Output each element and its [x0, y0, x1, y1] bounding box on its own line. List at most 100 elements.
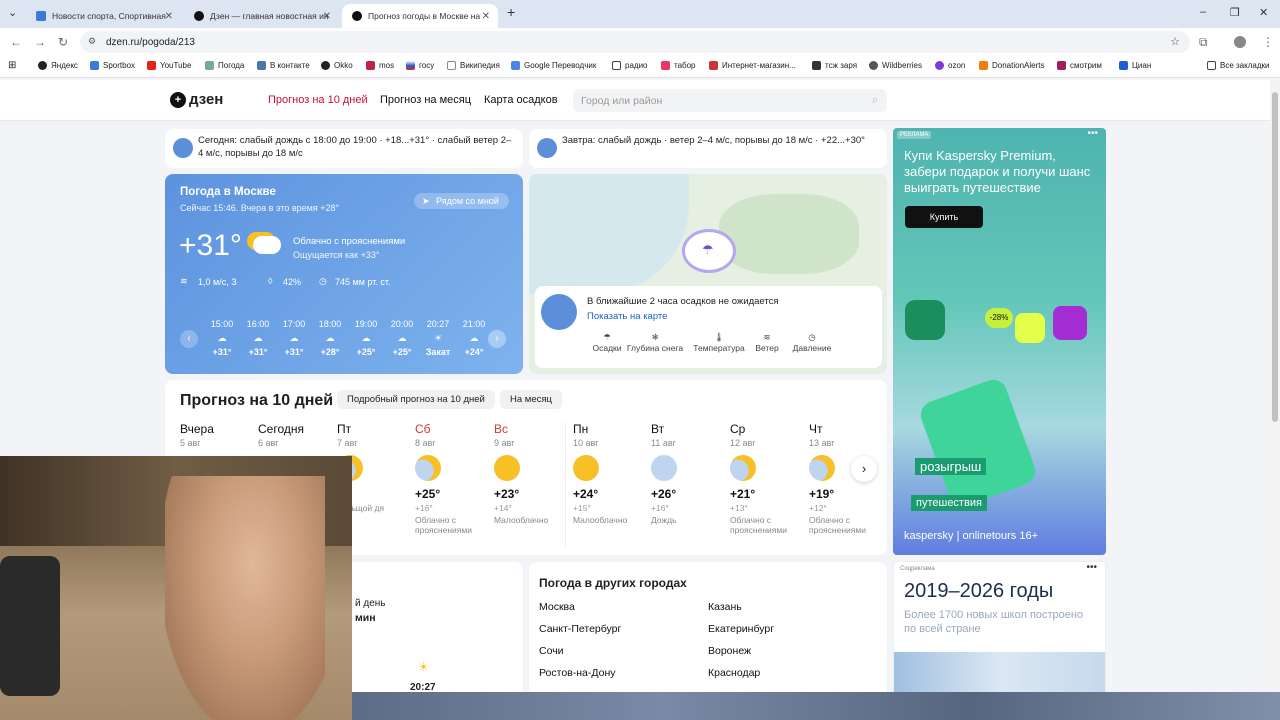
city-link[interactable]: Екатеринбург: [708, 623, 774, 635]
bookmark-item[interactable]: радио: [612, 61, 647, 70]
city-link[interactable]: Сочи: [539, 645, 564, 657]
layer-wind[interactable]: ≋ Ветер: [750, 332, 784, 353]
partly-cloudy-icon: [809, 455, 835, 481]
bookmark-item[interactable]: DonationAlerts: [979, 61, 1044, 70]
app-icon: [1015, 313, 1045, 343]
close-icon[interactable]: ✕: [482, 11, 490, 22]
bookmark-item[interactable]: В контакте: [257, 61, 310, 70]
hours-prev-button[interactable]: ‹: [180, 330, 198, 348]
rain-icon: [651, 455, 677, 481]
wind-value: 1,0 м/с, З: [198, 277, 237, 287]
tomorrow-summary[interactable]: Завтра: слабый дождь · ветер 2–4 м/с, по…: [529, 129, 887, 168]
hour-item: 20:00 ☁ +25°: [390, 319, 414, 357]
precip-map-card[interactable]: ☂ В ближайшие 2 часа осадков не ожидаетс…: [529, 174, 887, 374]
ad-menu-icon[interactable]: •••: [1087, 128, 1098, 139]
close-icon[interactable]: ✕: [323, 11, 331, 22]
city-link[interactable]: Краснодар: [708, 667, 760, 679]
day-item[interactable]: Вчера 5 авг: [180, 422, 256, 448]
all-bookmarks[interactable]: Все закладки: [1207, 61, 1269, 70]
hours-next-button[interactable]: ›: [488, 330, 506, 348]
address-bar[interactable]: ⚙ dzen.ru/pogoda/213 ☆: [80, 31, 1190, 53]
site-info-icon[interactable]: ⚙: [88, 36, 96, 47]
bookmark-item[interactable]: смотрим: [1057, 61, 1102, 70]
show-on-map-link[interactable]: Показать на карте: [587, 311, 667, 322]
bookmark-item[interactable]: Википедия: [447, 61, 500, 70]
bookmark-item[interactable]: тсж заря: [812, 61, 857, 70]
tab-search-icon[interactable]: ⌄: [8, 6, 17, 19]
nav-10-days[interactable]: Прогноз на 10 дней: [268, 94, 368, 106]
apps-icon[interactable]: ⊞: [8, 60, 16, 71]
bookmark-item[interactable]: Wildberries: [869, 61, 922, 70]
month-button[interactable]: На месяц: [500, 390, 562, 409]
close-window-icon[interactable]: ✕: [1259, 6, 1268, 19]
forecast-title: Прогноз на 10 дней: [180, 392, 334, 409]
hour-item: 20:27 ☀ Закат: [425, 319, 451, 357]
city-search-input[interactable]: Город или район ⌕: [573, 89, 887, 112]
detail-forecast-button[interactable]: Подробный прогноз на 10 дней: [337, 390, 495, 409]
bookmark-item[interactable]: табор: [661, 61, 696, 70]
day-item[interactable]: Чт 13 авг +19° +12° Облачно с прояснениями: [809, 422, 885, 535]
nearby-button[interactable]: ➤ Рядом со мной: [414, 193, 509, 209]
scrollbar[interactable]: [1270, 80, 1280, 692]
bookmark-item[interactable]: Интернет-магазин...: [709, 61, 796, 70]
bookmark-item[interactable]: госу: [406, 61, 434, 70]
bookmark-item[interactable]: Погода: [205, 61, 244, 70]
today-summary[interactable]: Сегодня: слабый дождь с 18:00 до 19:00 ·…: [165, 129, 523, 168]
ad-buy-button[interactable]: Купить: [905, 206, 983, 228]
restore-icon[interactable]: ❐: [1230, 6, 1240, 19]
social-ad[interactable]: Соцреклама ••• 2019–2026 годы Более 1700…: [893, 561, 1106, 701]
dzen-logo[interactable]: + дзен: [170, 91, 223, 108]
city-link[interactable]: Санкт-Петербург: [539, 623, 621, 635]
ad-menu-icon[interactable]: •••: [1086, 562, 1097, 573]
kaspersky-ad[interactable]: РЕКЛАМА ••• Купи Kaspersky Premium, забе…: [893, 128, 1106, 555]
day-item[interactable]: Сегодня 6 авг: [258, 422, 334, 448]
tab-weather[interactable]: Прогноз погоды в Москве на ✕: [342, 4, 498, 28]
bookmark-item[interactable]: Sportbox: [90, 61, 135, 70]
map-water: [529, 174, 689, 294]
day-item[interactable]: Сб 8 авг +25° +16° Облачно с прояснениями: [415, 422, 491, 535]
city-link[interactable]: Ростов-на-Дону: [539, 667, 616, 679]
layer-snow[interactable]: ❄ Глубина снега: [626, 332, 684, 353]
back-icon[interactable]: ←: [10, 35, 22, 49]
bookmark-item[interactable]: mos: [366, 61, 394, 70]
tab-dzen[interactable]: Дзен — главная новостная ин ✕: [184, 4, 339, 28]
pressure-value: 745 мм рт. ст.: [335, 277, 391, 287]
day-item[interactable]: Вт 11 авг +26° +16° Дождь: [651, 422, 727, 525]
menu-icon[interactable]: ⋮: [1262, 35, 1274, 49]
day-item[interactable]: Пн 10 авг +24° +15° Малооблачно: [573, 422, 649, 525]
extensions-icon[interactable]: ⧉: [1199, 35, 1208, 50]
bookmark-item[interactable]: YouTube: [147, 61, 191, 70]
profile-avatar[interactable]: [1234, 36, 1246, 48]
new-tab-button[interactable]: +: [507, 4, 515, 20]
bookmark-item[interactable]: ozon: [935, 61, 965, 70]
layer-temp[interactable]: 🌡 Температура: [690, 332, 748, 353]
ad-raffle-1: розыгрыш: [915, 458, 987, 475]
nav-precip-map[interactable]: Карта осадков: [484, 94, 558, 106]
bookmark-item[interactable]: Okko: [321, 61, 353, 70]
layer-pressure[interactable]: ◷ Давление: [787, 332, 837, 353]
day-item[interactable]: Вс 9 авг +23° +14° Малооблачно: [494, 422, 570, 525]
day-item[interactable]: Ср 12 авг +21° +13° Облачно с прояснениями: [730, 422, 806, 535]
minimize-icon[interactable]: –: [1200, 6, 1206, 18]
week-divider: [565, 422, 566, 547]
layer-precip[interactable]: ☂ Осадки: [587, 332, 627, 353]
forward-icon[interactable]: →: [34, 35, 46, 49]
city-link[interactable]: Воронеж: [708, 645, 751, 657]
bookmark-star-icon[interactable]: ☆: [1170, 35, 1180, 48]
city-link[interactable]: Казань: [708, 601, 742, 613]
ad-headline: Купи Kaspersky Premium, забери подарок и…: [904, 148, 1091, 195]
scrollbar-thumb[interactable]: [1272, 92, 1278, 422]
bookmark-item[interactable]: Циан: [1119, 61, 1151, 70]
wind-icon: ≋: [180, 276, 188, 286]
nav-month[interactable]: Прогноз на месяц: [380, 94, 471, 106]
search-icon: ⌕: [872, 94, 878, 106]
bookmark-item[interactable]: Яндекс: [38, 61, 78, 70]
close-icon[interactable]: ✕: [165, 11, 173, 22]
city-link[interactable]: Москва: [539, 601, 575, 613]
bookmark-item[interactable]: Google Переводчик: [511, 61, 596, 70]
tab-sport[interactable]: Новости спорта, Спортивная ✕: [26, 4, 181, 28]
forecast-next-button[interactable]: ›: [851, 456, 877, 482]
reload-icon[interactable]: ↻: [58, 35, 68, 49]
umbrella-icon: ☂: [702, 242, 714, 257]
ad-label: Соцреклама: [900, 566, 935, 572]
